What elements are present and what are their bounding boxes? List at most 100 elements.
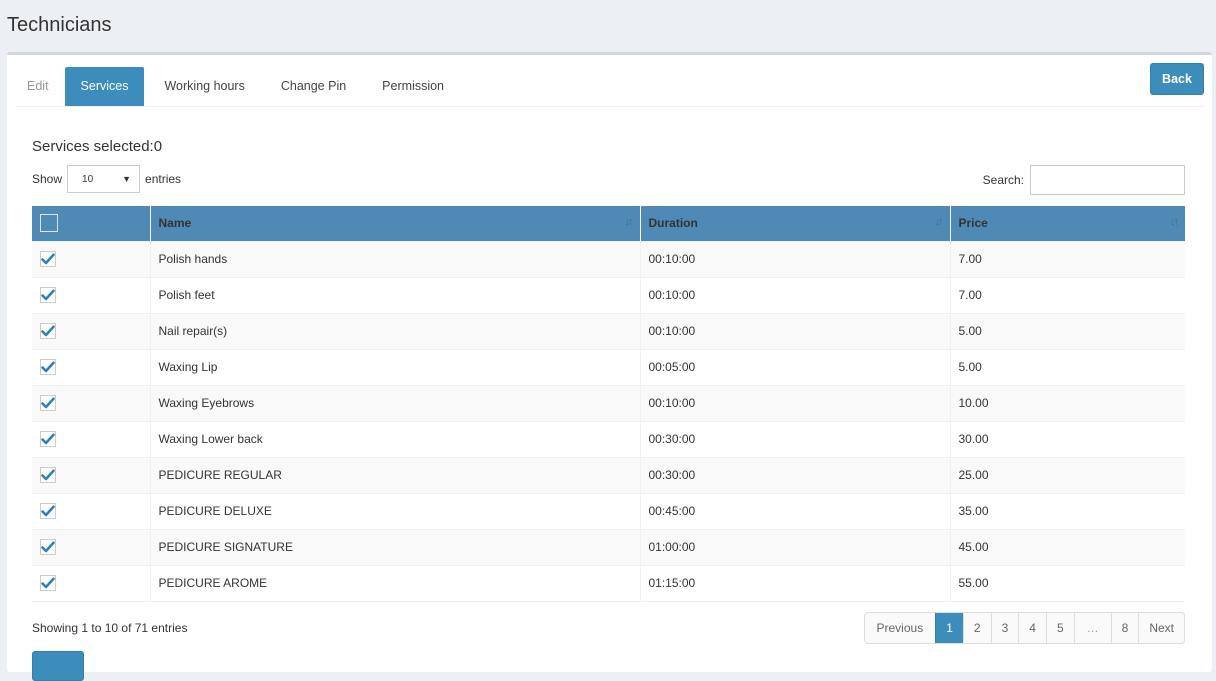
pagination-page-1[interactable]: 1 [935,613,963,643]
checkmark-icon [41,541,55,553]
entries-per-page-select[interactable]: 10 ▼ [67,165,141,193]
column-header-duration-label: Duration [648,216,698,231]
page-title: Technicians [7,14,112,36]
row-checkbox[interactable] [40,575,56,591]
service-duration: 00:10:00 [640,384,951,421]
tab-working-hours[interactable]: Working hours [148,67,260,106]
service-duration: 01:00:00 [640,528,951,565]
service-duration: 00:05:00 [640,348,951,385]
service-price: 30.00 [950,420,1185,457]
table-row[interactable]: Waxing Eyebrows 00:10:00 10.00 [32,384,1185,421]
pagination-page-5[interactable]: 5 [1045,613,1074,643]
row-select-cell[interactable] [32,492,151,529]
row-select-cell[interactable] [32,276,151,313]
service-name: Waxing Lower back [150,420,641,457]
service-price: 35.00 [950,492,1185,529]
show-label: Show [32,172,63,186]
entries-per-page-value: 10 [82,173,94,185]
column-header-name[interactable]: Name ↓↑ [150,206,641,241]
service-duration: 00:10:00 [640,276,951,313]
row-select-cell[interactable] [32,420,151,457]
search-label: Search: [982,173,1024,187]
sort-icon: ↓↑ [934,216,944,228]
service-duration: 01:15:00 [640,564,951,602]
table-row[interactable]: PEDICURE DELUXE 00:45:00 35.00 [32,492,1185,529]
service-price: 10.00 [950,384,1185,421]
row-checkbox[interactable] [40,431,56,447]
row-select-cell[interactable] [32,312,151,349]
column-header-price-label: Price [958,216,988,231]
row-select-cell[interactable] [32,528,151,565]
checkmark-icon [41,325,55,337]
row-checkbox[interactable] [40,323,56,339]
service-name: Polish hands [150,240,641,277]
sort-icon: ↓↑ [624,216,634,228]
table-row[interactable]: PEDICURE REGULAR 00:30:00 25.00 [32,456,1185,493]
service-price: 25.00 [950,456,1185,493]
row-checkbox[interactable] [40,251,56,267]
service-name: PEDICURE AROME [150,564,641,602]
table-row[interactable]: PEDICURE AROME 01:15:00 55.00 [32,564,1185,602]
select-all-header[interactable] [32,206,151,241]
column-header-duration[interactable]: Duration ↓↑ [640,206,951,241]
search-input[interactable] [1030,165,1185,195]
row-select-cell[interactable] [32,348,151,385]
table-header-row: Name ↓↑ Duration ↓↑ Price ↓↑ [32,206,1185,241]
checkmark-icon [41,433,55,445]
service-name: PEDICURE SIGNATURE [150,528,641,565]
row-select-cell[interactable] [32,384,151,421]
sort-icon: ↓↑ [1170,216,1179,228]
pagination-page-3[interactable]: 3 [990,613,1019,643]
row-checkbox[interactable] [40,395,56,411]
service-name: PEDICURE DELUXE [150,492,641,529]
services-table: Name ↓↑ Duration ↓↑ Price ↓↑ Polish hand… [32,206,1185,602]
service-price: 45.00 [950,528,1185,565]
row-checkbox[interactable] [40,359,56,375]
pagination-page-2[interactable]: 2 [962,613,991,643]
row-select-cell[interactable] [32,564,151,602]
service-name: Nail repair(s) [150,312,641,349]
service-name: Waxing Lip [150,348,641,385]
table-row[interactable]: Waxing Lower back 00:30:00 30.00 [32,420,1185,457]
tab-edit[interactable]: Edit [15,67,61,106]
dropdown-arrow-icon: ▼ [122,174,132,184]
service-name: Waxing Eyebrows [150,384,641,421]
tab-change-pin[interactable]: Change Pin [265,67,362,106]
search-filter: Search: [983,165,1185,195]
service-duration: 00:10:00 [640,240,951,277]
column-header-price[interactable]: Price ↓↑ [950,206,1185,241]
checkmark-icon [41,469,55,481]
column-header-name-label: Name [158,216,192,231]
select-all-checkbox[interactable] [40,214,58,233]
row-select-cell[interactable] [32,240,151,277]
service-duration: 00:30:00 [640,456,951,493]
tab-bar: Edit Services Working hours Change Pin P… [15,67,1204,107]
row-checkbox[interactable] [40,503,56,519]
checkmark-icon [41,361,55,373]
table-row[interactable]: Nail repair(s) 00:10:00 5.00 [32,312,1185,349]
pagination-page-8[interactable]: 8 [1110,613,1139,643]
table-row[interactable]: PEDICURE SIGNATURE 01:00:00 45.00 [32,528,1185,565]
table-row[interactable]: Polish feet 00:10:00 7.00 [32,276,1185,313]
service-duration: 00:45:00 [640,492,951,529]
tab-permission[interactable]: Permission [366,67,460,106]
row-select-cell[interactable] [32,456,151,493]
pagination-page-4[interactable]: 4 [1018,613,1046,643]
pagination-previous[interactable]: Previous [864,613,936,643]
service-price: 7.00 [950,276,1185,313]
service-duration: 00:30:00 [640,420,951,457]
checkmark-icon [41,253,55,265]
pagination-next[interactable]: Next [1138,613,1184,643]
services-selected-count: Services selected:0 [32,138,163,155]
row-checkbox[interactable] [40,539,56,555]
entries-label: entries [145,172,182,186]
service-price: 5.00 [950,312,1185,349]
checkmark-icon [41,397,55,409]
table-row[interactable]: Polish hands 00:10:00 7.00 [32,240,1185,277]
table-row[interactable]: Waxing Lip 00:05:00 5.00 [32,348,1185,385]
back-button[interactable]: Back [1150,63,1204,95]
tab-services[interactable]: Services [64,67,145,106]
service-name: Polish feet [150,276,641,313]
row-checkbox[interactable] [40,287,56,303]
row-checkbox[interactable] [40,467,56,483]
